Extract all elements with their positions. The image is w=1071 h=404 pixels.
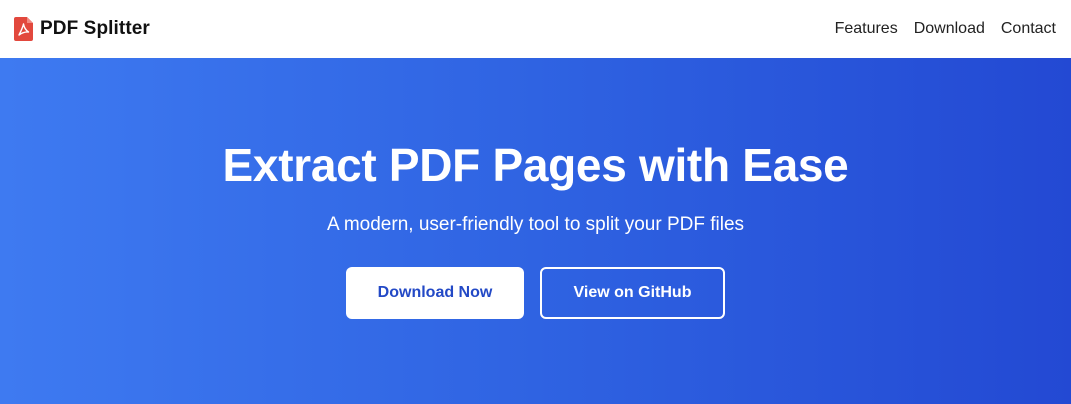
nav-links: Features Download Contact [835, 20, 1056, 38]
hero-subtitle: A modern, user-friendly tool to split yo… [326, 214, 745, 235]
brand-link[interactable]: PDF Splitter [14, 17, 150, 41]
brand-name: PDF Splitter [40, 18, 150, 39]
hero-title: Extract PDF Pages with Ease [222, 139, 849, 191]
nav-link-contact[interactable]: Contact [1001, 20, 1056, 38]
pdf-file-icon [14, 17, 33, 41]
nav-link-features[interactable]: Features [835, 20, 898, 38]
hero-section: Extract PDF Pages with Ease A modern, us… [0, 58, 1071, 404]
download-now-button[interactable]: Download Now [346, 267, 524, 319]
view-on-github-button[interactable]: View on GitHub [540, 267, 725, 319]
nav-link-download[interactable]: Download [914, 20, 985, 38]
hero-actions: Download Now View on GitHub [346, 267, 725, 319]
navbar: PDF Splitter Features Download Contact [0, 0, 1071, 58]
